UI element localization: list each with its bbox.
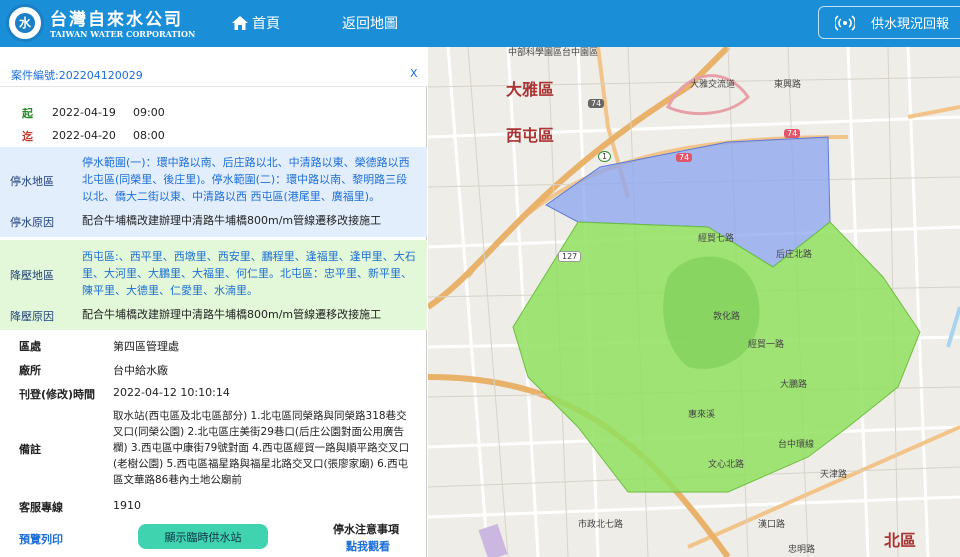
start-time-row: 起 2022-04-19 09:00: [0, 103, 427, 125]
posted-time-value: 2022-04-12 10:10:14: [113, 386, 230, 399]
end-time-row: 迄 2022-04-20 08:00: [0, 126, 427, 148]
nav-back-to-map-link[interactable]: 返回地圖: [342, 13, 398, 33]
start-time: 09:00: [133, 106, 165, 119]
print-preview-link[interactable]: 預覽列印: [19, 531, 63, 547]
end-tag: 迄: [22, 130, 33, 143]
route-badge-1-icon: 1: [598, 151, 612, 162]
road-label-houzhuang: 后庄北路: [776, 250, 813, 260]
start-date: 2022-04-19: [52, 106, 116, 119]
road-label-wenxin: 文心北路: [708, 460, 745, 470]
district-label-xitun: 西屯區: [506, 126, 555, 145]
home-icon: [232, 16, 248, 30]
pressure-section: 降壓地區 西屯區:、西平里、西墩里、西安里、鵬程里、逢福里、逢甲里、大石里、大河…: [0, 240, 427, 330]
memo-label: 備註: [19, 443, 41, 456]
notice-view-link[interactable]: 點我觀看: [346, 538, 390, 554]
district-label-daya: 大雅區: [506, 80, 555, 99]
brand-name: 台灣自來水公司: [50, 10, 183, 30]
case-id-bar: 案件編號:202204120029 X: [0, 59, 427, 87]
road-label-tianjin: 天津路: [820, 470, 848, 480]
road-label-huilai: 惠來溪: [688, 410, 716, 420]
start-tag: 起: [22, 107, 33, 120]
road-label-dongxing: 東興路: [774, 80, 802, 90]
road-label-zhongming: 忠明路: [788, 545, 816, 555]
plant-value: 台中給水廠: [113, 364, 168, 377]
case-id: 案件編號:202204120029: [11, 69, 143, 82]
plant-label: 廠所: [19, 364, 41, 377]
road-label-shizheng: 市政北七路: [578, 520, 624, 530]
map-view[interactable]: 大雅區 西屯區 北區 經貿一路 敦化路 大鵬路 經貿七路 后庄北路 惠來溪 東興…: [428, 47, 960, 557]
logo-mark-icon: 水: [15, 13, 35, 33]
outage-reason-text: 配合牛埔橋改建辦理中清路牛埔橋800m/m管線遷移改接施工: [82, 214, 382, 227]
pressure-area-text: 西屯區:、西平里、西墩里、西安里、鵬程里、逢福里、逢甲里、大石里、大河里、大鵬里…: [82, 250, 416, 297]
district-value: 第四區管理處: [113, 340, 179, 353]
road-label-dapeng: 大鵬路: [780, 380, 808, 390]
nav-home-label: 首頁: [252, 16, 280, 32]
pressure-area-label: 降壓地區: [10, 269, 54, 282]
road-label-science-park: 中部科學園區台中園區: [508, 48, 599, 58]
route-badge-74-icon: 74: [588, 99, 605, 108]
end-time: 08:00: [133, 129, 165, 142]
top-header: 水 台灣自來水公司 TAIWAN WATER CORPORATION 首頁 返回…: [0, 0, 960, 47]
route-badge-127-icon: 127: [558, 251, 582, 262]
posted-time-label: 刊登(修改)時間: [19, 388, 96, 401]
road-label-daya-ic: 大雅交流道: [690, 80, 736, 90]
notice-title: 停水注意事項: [333, 523, 399, 536]
company-logo[interactable]: 水: [6, 4, 44, 42]
outage-area-text: 停水範圍(一)：環中路以南、后庄路以北、中清路以東、榮德路以西北屯區(同榮里、後…: [82, 156, 410, 203]
broadcast-icon: [835, 14, 855, 31]
brand-name-en: TAIWAN WATER CORPORATION: [50, 29, 196, 39]
outage-reason-label: 停水原因: [10, 216, 54, 229]
road-label-ring: 台中環線: [778, 440, 815, 450]
close-panel-button[interactable]: X: [410, 67, 418, 80]
pressure-reason-text: 配合牛埔橋改建辦理中清路牛埔橋800m/m管線遷移改接施工: [82, 308, 382, 321]
district-label-beiqu: 北區: [884, 531, 917, 550]
route-badge-74b-icon: 74: [676, 153, 693, 162]
hotline-label: 客服專線: [19, 501, 63, 514]
case-detail-panel: 案件編號:202204120029 X 起 2022-04-19 09:00 迄…: [0, 59, 427, 557]
road-label-hankou: 漢口路: [758, 520, 786, 530]
road-label-dunhua: 敦化路: [713, 312, 741, 322]
end-date: 2022-04-20: [52, 129, 116, 142]
road-label-jingmao1: 經貿一路: [748, 340, 785, 350]
nav-home-link[interactable]: 首頁: [232, 13, 280, 33]
show-temp-supply-button[interactable]: 顯示臨時供水站: [138, 524, 268, 549]
outage-area-label: 停水地區: [10, 175, 54, 188]
hotline-value: 1910: [113, 499, 141, 512]
route-badge-74c-icon: 74: [784, 129, 801, 138]
outage-section: 停水地區 停水範圍(一)：環中路以南、后庄路以北、中清路以東、榮德路以西北屯區(…: [0, 147, 427, 237]
road-label-jingmao7: 經貿七路: [698, 234, 735, 244]
supply-status-report-button[interactable]: 供水現況回報: [818, 6, 960, 39]
pressure-reason-label: 降壓原因: [10, 310, 54, 323]
supply-status-label: 供水現況回報: [871, 17, 950, 32]
memo-value: 取水站(西屯區及北屯區部分) 1.北屯區同榮路與同榮路318巷交叉口(同榮公園)…: [113, 410, 410, 486]
district-label: 區處: [19, 340, 41, 353]
